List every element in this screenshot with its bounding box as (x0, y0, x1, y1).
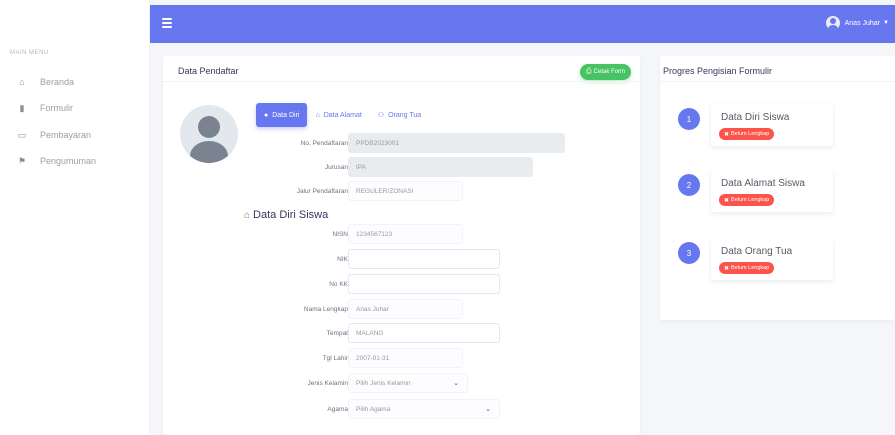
field-label: No KK (329, 280, 348, 288)
kk-number-field[interactable] (348, 274, 500, 294)
sidebar-item-pembayaran[interactable]: ▭ Pembayaran (16, 127, 91, 143)
sidebar-item-pengumuman[interactable]: ⚑ Pengumuman (16, 153, 96, 169)
field-label: Agama (327, 405, 348, 413)
field-label: Jalur Pendaftaran (296, 187, 348, 195)
major-field: IPA (348, 157, 533, 177)
error-icon: ✖ (724, 265, 730, 272)
status-badge: ✖ Belum Lengkap (719, 128, 775, 140)
step-box: Data Orang Tua ✖ Belum Lengkap (711, 238, 833, 280)
user-icon: ● (264, 111, 269, 119)
field-label: Jurusan (324, 163, 348, 171)
users-icon: ⚇ (377, 112, 385, 119)
tab-label: Data Diri (272, 111, 300, 119)
registration-path-field: REGULER/ZONASI (348, 181, 463, 201)
print-form-button[interactable]: ⎙ Cetak Form (580, 64, 631, 80)
sidebar-item-label: Beranda (40, 77, 75, 87)
birthdate-field[interactable]: 2007-01-31 (348, 348, 463, 368)
file-icon: ▮ (19, 102, 25, 113)
nisn-field[interactable]: 1234567123 (348, 224, 463, 244)
sidebar-item-label: Pengumuman (40, 156, 97, 166)
sidebar-item-formulir[interactable]: ▮ Formulir (16, 100, 73, 116)
step-title: Data Orang Tua (721, 246, 793, 257)
printer-icon: ⎙ (586, 68, 592, 75)
gender-select-value: Pilih Jenis Kelamin (356, 379, 411, 387)
section-title-text: Data Diri Siswa (253, 209, 329, 221)
tab-orang-tua[interactable]: ⚇ Orang Tua (370, 103, 429, 127)
chevron-down-icon: ⌄ (453, 380, 459, 387)
tab-label: Orang Tua (388, 111, 422, 119)
gender-select[interactable]: Pilih Jenis Kelamin ⌄ (348, 373, 468, 393)
nik-field[interactable] (348, 249, 500, 269)
sidebar-item-label: Pembayaran (40, 130, 92, 140)
user-dropdown[interactable]: Anas Juhar ▼ (825, 16, 889, 30)
step-title: Data Alamat Siswa (721, 178, 805, 189)
field-label: Tgl Lahir (322, 354, 348, 362)
chevron-down-icon: ⌄ (485, 406, 491, 413)
status-badge-label: Belum Lengkap (731, 131, 770, 137)
registration-number-field: PPDB2023001 (348, 133, 565, 153)
form-progress-card: Progres Pengisian Formulir 1 Data Diri S… (660, 56, 895, 320)
announcement-icon: ⚑ (17, 155, 27, 166)
field-label: Nama Lengkap (303, 305, 348, 313)
print-form-label: Cetak Form (593, 69, 625, 75)
error-icon: ✖ (724, 197, 730, 204)
status-badge-label: Belum Lengkap (731, 197, 770, 203)
step-box: Data Diri Siswa ✖ Belum Lengkap (711, 104, 833, 146)
section-title: ⌂ Data Diri Siswa (244, 209, 328, 221)
sidebar-item-beranda[interactable]: ⌂ Beranda (16, 74, 74, 90)
topbar: Anas Juhar ▼ (150, 5, 895, 43)
hamburger-menu-icon[interactable] (162, 18, 172, 28)
tab-data-alamat[interactable]: ⌂ Data Alamat (307, 103, 369, 127)
card-title: Data Pendaftar (178, 66, 239, 76)
tab-bar: ● Data Diri ⌂ Data Alamat ⚇ Orang Tua (256, 103, 429, 127)
step-number: 3 (678, 242, 700, 264)
religion-select-value: Pilih Agama (356, 405, 391, 413)
user-avatar-icon (825, 16, 840, 30)
status-badge: ✖ Belum Lengkap (719, 262, 775, 274)
card-title: Progres Pengisian Formulir (663, 66, 773, 76)
home-icon: ⌂ (244, 209, 251, 221)
field-label: Tempat (326, 329, 348, 337)
chevron-down-icon: ▼ (883, 20, 889, 26)
divider (660, 81, 895, 82)
status-badge-label: Belum Lengkap (731, 265, 770, 271)
step-box: Data Alamat Siswa ✖ Belum Lengkap (711, 170, 833, 212)
home-icon: ⌂ (315, 111, 320, 119)
home-icon: ⌂ (19, 77, 25, 87)
profile-photo (180, 105, 238, 163)
tab-data-diri[interactable]: ● Data Diri (256, 103, 308, 127)
field-label: NIK (337, 255, 348, 263)
status-badge: ✖ Belum Lengkap (719, 194, 775, 206)
payment-icon: ▭ (17, 129, 27, 140)
sidebar-menu-heading: MAIN MENU (10, 50, 49, 56)
step-title: Data Diri Siswa (721, 112, 790, 123)
full-name-field[interactable]: Anas Juhar (348, 299, 463, 319)
birthplace-field[interactable]: MALANG (348, 323, 500, 343)
field-label: NISN (332, 230, 348, 238)
step-number: 1 (678, 108, 700, 130)
tab-label: Data Alamat (323, 111, 362, 119)
sidebar: MAIN MENU ⌂ Beranda ▮ Formulir ▭ Pembaya… (0, 0, 150, 435)
field-label: Jenis Kelamin (307, 379, 348, 387)
divider (163, 81, 640, 82)
field-label: No. Pendaftaran (300, 139, 348, 147)
religion-select[interactable]: Pilih Agama ⌄ (348, 399, 500, 419)
error-icon: ✖ (724, 131, 730, 138)
sidebar-item-label: Formulir (40, 103, 73, 113)
step-number: 2 (678, 174, 700, 196)
registrant-data-card: Data Pendaftar ⎙ Cetak Form ● Data Diri … (163, 56, 640, 435)
user-name: Anas Juhar (844, 19, 881, 27)
